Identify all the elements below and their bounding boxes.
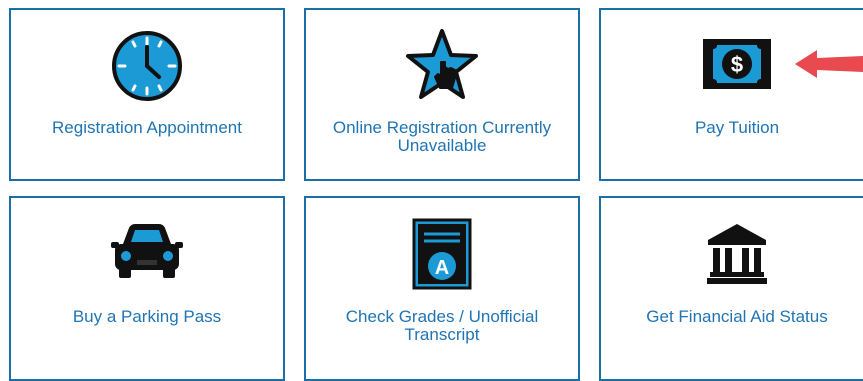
star-pointer-icon — [406, 29, 478, 99]
tile-label: Registration Appointment — [52, 118, 242, 137]
dollar-bill-icon: $ — [703, 39, 771, 89]
financial-aid-tile[interactable]: Get Financial Aid Status — [599, 196, 863, 381]
svg-text:$: $ — [731, 52, 743, 77]
registration-appointment-tile[interactable]: Registration Appointment — [9, 8, 285, 181]
check-grades-tile[interactable]: A Check Grades / Unofficial Transcript — [304, 196, 580, 381]
tile-label: Buy a Parking Pass — [72, 307, 222, 326]
red-arrow-annotation — [795, 50, 863, 78]
svg-text:A: A — [435, 257, 449, 279]
tile-label: Get Financial Aid Status — [646, 307, 828, 326]
pay-tuition-tile[interactable]: $ Pay Tuition — [599, 8, 863, 181]
tile-label: Check Grades / Unofficial Transcript — [345, 307, 539, 344]
online-registration-tile[interactable]: Online Registration Currently Unavailabl… — [304, 8, 580, 181]
transcript-icon: A — [412, 218, 472, 290]
clock-icon — [112, 31, 182, 101]
parking-pass-tile[interactable]: Buy a Parking Pass — [9, 196, 285, 381]
tile-label: Pay Tuition — [694, 118, 780, 137]
bank-icon — [707, 224, 767, 284]
car-icon — [111, 224, 183, 278]
tile-label: Online Registration Currently Unavailabl… — [332, 118, 552, 155]
